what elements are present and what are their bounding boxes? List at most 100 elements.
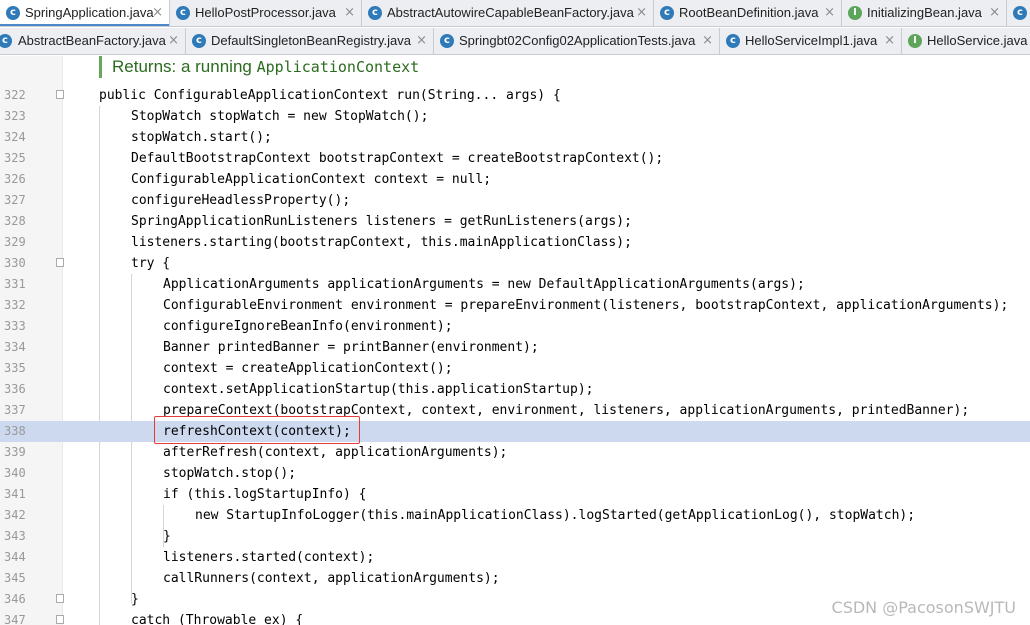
close-icon[interactable]: × (702, 28, 713, 54)
tab-abstract-bean-factory[interactable]: c AbstractBeanFactory.java × (0, 28, 186, 54)
line-number: 340 (4, 466, 26, 480)
line-number: 328 (4, 214, 26, 228)
line-number: 344 (4, 550, 26, 564)
code-text: } (131, 592, 139, 607)
interface-icon: I (848, 6, 862, 20)
code-line[interactable]: 328 SpringApplicationRunListeners listen… (0, 211, 1030, 232)
close-icon[interactable]: × (636, 0, 647, 26)
class-icon: c (440, 34, 454, 48)
code-line[interactable]: 340 stopWatch.stop(); (0, 463, 1030, 484)
code-line[interactable]: 334 Banner printedBanner = printBanner(e… (0, 337, 1030, 358)
code-line[interactable]: 333 configureIgnoreBeanInfo(environment)… (0, 316, 1030, 337)
tab-spring-application[interactable]: c SpringApplication.java × (0, 0, 170, 26)
fold-marker-icon[interactable] (56, 90, 64, 99)
line-number: 325 (4, 151, 26, 165)
code-line[interactable]: 345 callRunners(context, applicationArgu… (0, 568, 1030, 589)
code-text: try { (131, 256, 171, 271)
code-line[interactable]: 326 ConfigurableApplicationContext conte… (0, 169, 1030, 190)
tab-abstract-autowire-capable-bean-factory[interactable]: c AbstractAutowireCapableBeanFactory.jav… (362, 0, 654, 26)
code-text: DefaultBootstrapContext bootstrapContext… (131, 151, 664, 166)
line-number: 330 (4, 256, 26, 270)
code-line[interactable]: 339 afterRefresh(context, applicationArg… (0, 442, 1030, 463)
tab-label: Springbt02Config02ApplicationTests.java (459, 33, 696, 48)
code-line[interactable]: 336 context.setApplicationStartup(this.a… (0, 379, 1030, 400)
code-line[interactable]: 342 new StartupInfoLogger(this.mainAppli… (0, 505, 1030, 526)
code-text: afterRefresh(context, applicationArgumen… (163, 445, 508, 460)
tab-overflow[interactable]: c (1007, 0, 1030, 26)
class-icon: c (0, 34, 12, 48)
line-number: 336 (4, 382, 26, 396)
code-text: callRunners(context, applicationArgument… (163, 571, 500, 586)
fold-marker-icon[interactable] (56, 258, 64, 267)
code-line[interactable]: 324 stopWatch.start(); (0, 127, 1030, 148)
code-line[interactable]: 325 DefaultBootstrapContext bootstrapCon… (0, 148, 1030, 169)
code-line[interactable]: 331 ApplicationArguments applicationArgu… (0, 274, 1030, 295)
line-number: 343 (4, 529, 26, 543)
code-text: stopWatch.stop(); (163, 466, 297, 481)
close-icon[interactable]: × (824, 0, 835, 26)
fold-marker-icon[interactable] (56, 615, 64, 624)
tab-label: InitializingBean.java (867, 5, 982, 20)
close-icon[interactable]: × (989, 0, 1000, 26)
line-number: 335 (4, 361, 26, 375)
tab-root-bean-definition[interactable]: c RootBeanDefinition.java × (654, 0, 842, 26)
close-icon[interactable]: × (344, 0, 355, 26)
code-text: ApplicationArguments applicationArgument… (163, 277, 805, 292)
code-line[interactable]: 323 StopWatch stopWatch = new StopWatch(… (0, 106, 1030, 127)
code-text: } (163, 529, 171, 544)
tab-hello-service[interactable]: I HelloService.java (902, 28, 1030, 54)
watermark: CSDN @PacosonSWJTU (831, 598, 1016, 617)
code-text: configureHeadlessProperty(); (131, 193, 351, 208)
code-line[interactable]: 332 ConfigurableEnvironment environment … (0, 295, 1030, 316)
tab-label: HelloService.java (927, 33, 1028, 48)
tab-label: HelloServiceImpl1.java (745, 33, 878, 48)
code-line[interactable]: 344 listeners.started(context); (0, 547, 1030, 568)
line-number: 347 (4, 613, 26, 625)
line-number: 324 (4, 130, 26, 144)
code-line[interactable]: 343 } (0, 526, 1030, 547)
code-editor[interactable]: Returns: a running ApplicationContext 32… (0, 56, 1030, 625)
line-number: 346 (4, 592, 26, 606)
code-text: context.setApplicationStartup(this.appli… (163, 382, 594, 397)
code-text: context = createApplicationContext(); (163, 361, 453, 376)
line-number: 333 (4, 319, 26, 333)
code-line[interactable]: 329 listeners.starting(bootstrapContext,… (0, 232, 1030, 253)
code-text: Banner printedBanner = printBanner(envir… (163, 340, 539, 355)
line-number: 322 (4, 88, 26, 102)
code-text: new StartupInfoLogger(this.mainApplicati… (195, 508, 916, 523)
tab-hello-service-impl1[interactable]: c HelloServiceImpl1.java × (720, 28, 902, 54)
line-number: 332 (4, 298, 26, 312)
code-line[interactable]: 341 if (this.logStartupInfo) { (0, 484, 1030, 505)
tab-label: AbstractBeanFactory.java (18, 33, 166, 48)
tab-label: RootBeanDefinition.java (679, 5, 819, 20)
class-icon: c (176, 6, 190, 20)
tab-hello-post-processor[interactable]: c HelloPostProcessor.java × (170, 0, 362, 26)
tab-springbt02-config02-application-tests[interactable]: c Springbt02Config02ApplicationTests.jav… (434, 28, 720, 54)
close-icon[interactable]: × (884, 28, 895, 54)
close-icon[interactable]: × (168, 28, 179, 54)
line-number: 345 (4, 571, 26, 585)
doc-return-type: ApplicationContext (256, 58, 420, 76)
tab-initializing-bean[interactable]: I InitializingBean.java × (842, 0, 1007, 26)
code-line[interactable]: 335 context = createApplicationContext()… (0, 358, 1030, 379)
line-number: 327 (4, 193, 26, 207)
fold-marker-icon[interactable] (56, 594, 64, 603)
code-text: public ConfigurableApplicationContext ru… (99, 88, 561, 103)
class-icon: c (368, 6, 382, 20)
line-number: 341 (4, 487, 26, 501)
line-number: 334 (4, 340, 26, 354)
editor-tab-row-2: c AbstractBeanFactory.java × c DefaultSi… (0, 28, 1030, 55)
class-icon: c (6, 6, 20, 20)
close-icon[interactable]: × (152, 0, 163, 26)
annotation-highlight-box (154, 416, 360, 444)
line-number: 338 (4, 424, 26, 438)
close-icon[interactable]: × (416, 28, 427, 54)
code-line[interactable]: 322 public ConfigurableApplicationContex… (0, 85, 1030, 106)
doc-returns-text: Returns: a running (112, 57, 252, 76)
code-line[interactable]: 330 try { (0, 253, 1030, 274)
code-line[interactable]: 327 configureHeadlessProperty(); (0, 190, 1030, 211)
line-number: 339 (4, 445, 26, 459)
tab-default-singleton-bean-registry[interactable]: c DefaultSingletonBeanRegistry.java × (186, 28, 434, 54)
class-icon: c (660, 6, 674, 20)
code-text: listeners.started(context); (163, 550, 375, 565)
